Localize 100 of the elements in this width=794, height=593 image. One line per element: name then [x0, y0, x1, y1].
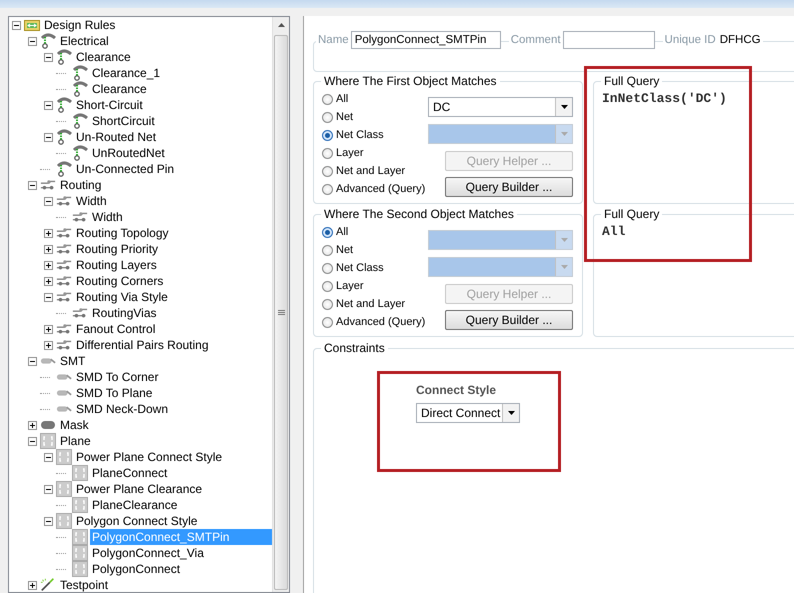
radio-option[interactable]: All [322, 223, 428, 241]
collapse-toggle[interactable] [44, 196, 53, 206]
tree-item[interactable]: PolygonConnect_Via [90, 545, 206, 561]
tree-item[interactable]: ShortCircuit [90, 113, 157, 129]
group-title: Full Query [603, 74, 660, 88]
query-button[interactable]: Query Builder ... [445, 177, 573, 197]
radio-option[interactable]: All [322, 90, 428, 108]
routing-icon [56, 243, 72, 255]
tree-item[interactable]: Electrical [58, 33, 111, 49]
expand-toggle[interactable] [44, 260, 53, 270]
tree-item[interactable]: Plane [58, 433, 93, 449]
group-title: Full Query [603, 207, 660, 221]
collapse-toggle[interactable] [28, 356, 37, 366]
expand-toggle[interactable] [44, 228, 53, 238]
tree-item[interactable]: Routing Layers [74, 257, 159, 273]
collapse-toggle[interactable] [44, 132, 53, 142]
collapse-toggle[interactable] [44, 452, 53, 462]
tree-item[interactable]: Testpoint [58, 577, 110, 593]
name-field[interactable]: PolygonConnect_SMTPin [350, 31, 501, 49]
tree-item[interactable]: Routing [58, 177, 104, 193]
expand-toggle[interactable] [44, 324, 53, 334]
expand-toggle[interactable] [28, 580, 37, 590]
collapse-toggle[interactable] [44, 516, 53, 526]
tree-item[interactable]: Routing Priority [74, 241, 160, 257]
tree-item[interactable]: Differential Pairs Routing [74, 337, 211, 353]
expand-toggle[interactable] [44, 276, 53, 286]
tree-item[interactable]: Fanout Control [74, 321, 158, 337]
plane-icon [56, 481, 72, 497]
tree-item[interactable]: Un-Connected Pin [74, 161, 176, 177]
routing-icon [56, 227, 72, 239]
expand-toggle[interactable] [44, 340, 53, 350]
probe-icon [40, 577, 56, 593]
plane-icon [56, 449, 72, 465]
tree-item[interactable]: Routing Corners [74, 273, 166, 289]
plane-icon [72, 497, 88, 513]
tree-item[interactable]: Mask [58, 417, 91, 433]
radio-option[interactable]: Layer [322, 144, 428, 162]
tree-item[interactable]: PlaneConnect [90, 465, 170, 481]
query-text: InNetClass('DC') [602, 91, 728, 106]
tree-item[interactable]: PolygonConnect [90, 561, 182, 577]
expand-toggle[interactable] [28, 420, 37, 430]
tree-item[interactable]: Un-Routed Net [74, 129, 158, 145]
tree-item[interactable]: Design Rules [42, 17, 118, 33]
tree-item[interactable]: RoutingVias [90, 305, 158, 321]
radio-option[interactable]: Net [322, 241, 428, 259]
query-text: All [602, 224, 626, 239]
tree-item[interactable]: PlaneClearance [90, 497, 180, 513]
grip-icon [278, 310, 284, 316]
radio-option[interactable]: Net Class [322, 259, 428, 277]
tree-item[interactable]: Routing Via Style [74, 289, 170, 305]
tree-item[interactable]: Polygon Connect Style [74, 513, 200, 529]
tree-item[interactable]: Width [90, 209, 125, 225]
dropdown[interactable]: DC [428, 97, 573, 117]
collapse-toggle[interactable] [44, 292, 53, 302]
radio-option[interactable]: Net and Layer [322, 295, 428, 313]
collapse-toggle[interactable] [44, 100, 53, 110]
field-label: Unique ID [662, 34, 718, 46]
tree-item[interactable]: Short-Circuit [74, 97, 145, 113]
collapse-toggle[interactable] [28, 436, 37, 446]
collapse-toggle[interactable] [28, 180, 37, 190]
tree-item[interactable]: UnRoutedNet [90, 145, 167, 161]
radio-option[interactable]: Net [322, 108, 428, 126]
scroll-up-arrow-icon[interactable] [278, 23, 284, 27]
unique-id-value: DFHCG [718, 34, 763, 46]
tree-item[interactable]: SMT [58, 353, 88, 369]
routing-icon [56, 291, 72, 303]
radio-option[interactable]: Advanced (Query) [322, 313, 428, 331]
radio-option[interactable]: Net Class [322, 126, 428, 144]
routing-icon [56, 339, 72, 351]
routing-icon [56, 275, 72, 287]
collapse-toggle[interactable] [28, 36, 37, 46]
dropdown[interactable]: Direct Connect [416, 403, 520, 423]
tree-item[interactable]: Clearance [90, 81, 149, 97]
rule-icon [56, 129, 72, 145]
caret-icon[interactable] [555, 98, 572, 116]
rule-icon [56, 97, 72, 113]
tree-item[interactable]: Power Plane Clearance [74, 481, 204, 497]
tree-item[interactable]: Clearance [74, 49, 133, 65]
tree-item[interactable]: Routing Topology [74, 225, 171, 241]
plane-icon [72, 545, 88, 561]
collapse-toggle[interactable] [44, 484, 53, 494]
radio-option[interactable]: Advanced (Query) [322, 180, 428, 198]
scrollbar[interactable] [272, 17, 289, 592]
tree-item[interactable]: Clearance_1 [90, 65, 162, 81]
rule-icon [72, 113, 88, 129]
query-button[interactable]: Query Builder ... [445, 310, 573, 330]
tree-item[interactable]: SMD Neck-Down [74, 401, 170, 417]
radio-option[interactable]: Net and Layer [322, 162, 428, 180]
tree-item[interactable]: Power Plane Connect Style [74, 449, 224, 465]
tree-item[interactable]: SMD To Corner [74, 369, 160, 385]
collapse-toggle[interactable] [12, 20, 21, 30]
expand-toggle[interactable] [44, 244, 53, 254]
collapse-toggle[interactable] [44, 52, 53, 62]
caret-icon[interactable] [502, 404, 519, 422]
tree-item[interactable]: SMD To Plane [74, 385, 154, 401]
radio-option[interactable]: Layer [322, 277, 428, 295]
routing-icon [56, 323, 72, 335]
routing-icon [56, 195, 72, 207]
tree-item[interactable]: Width [74, 193, 109, 209]
comment-field[interactable] [562, 31, 655, 49]
